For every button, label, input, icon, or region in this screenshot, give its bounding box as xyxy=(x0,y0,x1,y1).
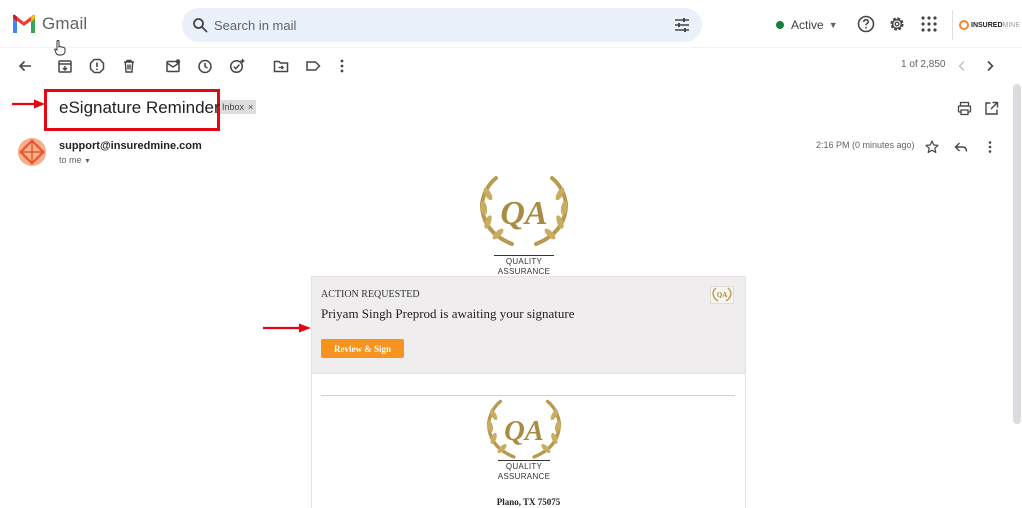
search-options-icon[interactable] xyxy=(674,17,690,33)
back-arrow-icon[interactable] xyxy=(17,58,33,74)
settings-gear-icon[interactable] xyxy=(888,15,906,33)
action-requested-label: ACTION REQUESTED xyxy=(321,289,420,300)
email-subject: eSignature Reminder xyxy=(59,98,220,117)
laurel-wreath-icon: QA xyxy=(479,176,569,246)
remove-label-icon[interactable]: × xyxy=(248,102,253,112)
mini-wreath-icon: QA xyxy=(712,287,732,302)
sender-avatar[interactable] xyxy=(18,138,46,166)
account-brand-logo[interactable]: INSUREDMINE xyxy=(952,10,1022,40)
archive-icon[interactable] xyxy=(57,58,73,74)
report-spam-icon[interactable] xyxy=(89,58,105,74)
qa-rule-bottom xyxy=(498,460,550,461)
sender-logo-icon xyxy=(18,138,46,166)
status-label: Active xyxy=(791,18,824,32)
gmail-m-icon xyxy=(13,14,35,33)
open-in-new-window-icon[interactable] xyxy=(984,101,999,116)
gmail-logo[interactable]: Gmail xyxy=(12,14,87,34)
inbox-label-text: Inbox xyxy=(222,102,245,112)
insuredmine-mark-icon xyxy=(959,20,969,30)
qa-line2-bottom: ASSURANCE xyxy=(497,472,551,481)
top-bar: Gmail Search in mail Active ▼ INSUREDMIN… xyxy=(0,0,1022,56)
small-qa-logo: QA xyxy=(710,286,734,304)
search-icon[interactable] xyxy=(192,17,208,33)
delete-icon[interactable] xyxy=(121,58,137,74)
laurel-wreath-icon-bottom: QA xyxy=(486,399,562,459)
sender-address: Plano, TX 75075 xyxy=(496,497,561,507)
inbox-label-chip[interactable]: Inbox × xyxy=(220,100,257,114)
message-toolbar: 1 of 2,850 xyxy=(0,49,1022,83)
recipient-text: to me xyxy=(59,155,82,165)
recipient-details[interactable]: to me ▼ xyxy=(59,155,91,165)
newer-chevron-icon[interactable] xyxy=(954,58,970,74)
awaiting-signature-message: Priyam Singh Preprod is awaiting your si… xyxy=(321,306,575,321)
svg-text:QA: QA xyxy=(500,195,547,232)
qa-line1: QUALITY xyxy=(505,257,543,266)
snooze-icon[interactable] xyxy=(197,58,213,74)
chevron-down-icon: ▼ xyxy=(828,20,838,30)
svg-text:QA: QA xyxy=(504,415,544,447)
scrollbar-thumb[interactable] xyxy=(1013,84,1021,424)
review-and-sign-button[interactable]: Review & Sign xyxy=(321,339,404,358)
mark-unread-icon[interactable] xyxy=(165,58,181,74)
more-vert-icon[interactable] xyxy=(334,58,350,74)
qa-caption-top: QUALITY ASSURANCE xyxy=(474,255,574,277)
status-dot xyxy=(776,21,784,29)
body-divider xyxy=(321,395,735,396)
recipient-chevron-icon: ▼ xyxy=(84,158,91,165)
annotation-arrow-message xyxy=(263,323,311,333)
annotation-arrow-subject xyxy=(12,99,45,109)
qa-line1-bottom: QUALITY xyxy=(505,462,543,471)
move-to-icon[interactable] xyxy=(273,58,289,74)
svg-text:QA: QA xyxy=(717,291,728,299)
app-name: Gmail xyxy=(42,14,88,33)
brand-text: INSUREDMINE xyxy=(971,21,1021,29)
qa-caption-bottom: QUALITY ASSURANCE xyxy=(481,460,567,482)
print-icon[interactable] xyxy=(957,101,972,116)
label-icon[interactable] xyxy=(305,58,321,74)
status-selector[interactable]: Active ▼ xyxy=(768,13,846,37)
sender-email[interactable]: support@insuredmine.com xyxy=(59,140,202,152)
search-input[interactable]: Search in mail xyxy=(214,18,296,33)
reply-icon[interactable] xyxy=(954,140,968,154)
pagination-count: 1 of 2,850 xyxy=(901,59,946,70)
search-bar[interactable]: Search in mail xyxy=(182,8,702,42)
message-more-icon[interactable] xyxy=(983,140,997,154)
quality-assurance-emblem-top: QA xyxy=(474,174,574,250)
message-time: 2:16 PM (0 minutes ago) xyxy=(816,140,915,150)
star-icon[interactable] xyxy=(925,140,939,154)
help-icon[interactable] xyxy=(857,15,875,33)
qa-rule xyxy=(494,255,554,256)
add-to-tasks-icon[interactable] xyxy=(229,58,245,74)
quality-assurance-emblem-bottom: QA xyxy=(481,398,567,462)
apps-grid-icon[interactable] xyxy=(920,15,938,33)
older-chevron-icon[interactable] xyxy=(982,58,998,74)
